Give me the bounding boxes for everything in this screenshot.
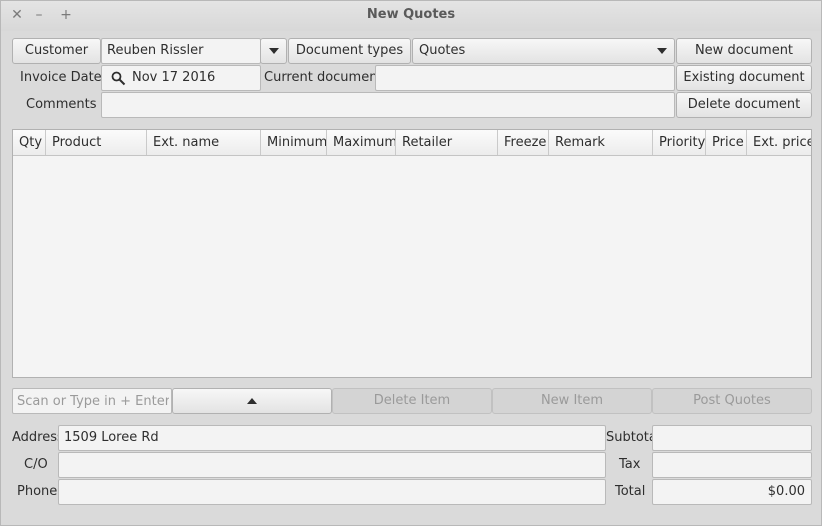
co-label: C/O xyxy=(24,457,48,472)
comments-field[interactable] xyxy=(101,92,675,118)
post-quotes-button[interactable]: Post Quotes xyxy=(652,388,812,414)
document-type-select[interactable]: Quotes xyxy=(412,38,675,64)
window-title: New Quotes xyxy=(366,7,456,22)
invoice-date-label: Invoice Date xyxy=(20,70,102,85)
move-up-button[interactable] xyxy=(172,388,332,414)
address-label: Address xyxy=(12,430,64,445)
comments-label: Comments xyxy=(26,97,97,112)
phone-field[interactable] xyxy=(58,479,606,505)
tax-label: Tax xyxy=(619,457,641,472)
tax-field[interactable] xyxy=(652,452,812,478)
delete-item-button[interactable]: Delete Item xyxy=(332,388,492,414)
new-item-button[interactable]: New Item xyxy=(492,388,652,414)
table-header: Qty Product Ext. name Minimum Maximum Re… xyxy=(13,130,811,156)
address-field[interactable]: 1509 Loree Rd xyxy=(58,425,606,451)
delete-document-button[interactable]: Delete document xyxy=(676,92,812,118)
column-header-minimum[interactable]: Minimum xyxy=(261,130,327,155)
chevron-down-icon xyxy=(657,48,667,54)
app-window: ✕ – + New Quotes Customer Reuben Rissler… xyxy=(0,0,822,526)
customer-button[interactable]: Customer xyxy=(12,38,101,64)
column-header-maximum[interactable]: Maximum xyxy=(327,130,396,155)
subtotal-field[interactable] xyxy=(652,425,812,451)
document-type-value: Quotes xyxy=(419,43,466,58)
total-field[interactable]: $0.00 xyxy=(652,479,812,505)
column-header-price[interactable]: Price xyxy=(706,130,747,155)
column-header-qty[interactable]: Qty xyxy=(13,130,46,155)
current-document-field[interactable] xyxy=(375,65,675,91)
customer-dropdown-button[interactable] xyxy=(260,38,287,64)
column-header-freeze[interactable]: Freeze xyxy=(498,130,549,155)
new-document-button[interactable]: New document xyxy=(676,38,812,64)
column-header-ext-name[interactable]: Ext. name xyxy=(147,130,261,155)
arrow-up-icon xyxy=(247,397,257,404)
scan-input[interactable] xyxy=(12,388,172,414)
customer-field[interactable]: Reuben Rissler xyxy=(101,38,261,64)
column-header-ext-price[interactable]: Ext. price xyxy=(747,130,811,155)
column-header-priority[interactable]: Priority xyxy=(653,130,706,155)
items-table[interactable]: Qty Product Ext. name Minimum Maximum Re… xyxy=(12,129,812,378)
chevron-down-icon xyxy=(269,48,279,54)
document-types-button[interactable]: Document types xyxy=(288,38,411,64)
total-label: Total xyxy=(615,484,646,499)
co-field[interactable] xyxy=(58,452,606,478)
existing-document-button[interactable]: Existing document xyxy=(676,65,812,91)
titlebar: ✕ – + New Quotes xyxy=(1,1,821,31)
search-icon[interactable] xyxy=(111,71,126,86)
current-document-label: Current document : xyxy=(264,70,392,85)
column-header-remark[interactable]: Remark xyxy=(549,130,653,155)
invoice-date-value: Nov 17 2016 xyxy=(132,70,216,85)
column-header-product[interactable]: Product xyxy=(46,130,147,155)
phone-label: Phone xyxy=(17,484,58,499)
invoice-date-field[interactable]: Nov 17 2016 xyxy=(101,65,261,91)
column-header-retailer[interactable]: Retailer xyxy=(396,130,498,155)
